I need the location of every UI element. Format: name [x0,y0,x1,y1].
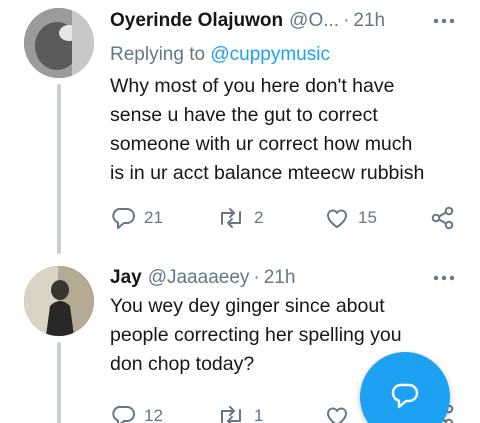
separator-dot: · [343,10,350,31]
retweet-button[interactable]: 1 [216,401,263,423]
tweet-text: Why most of you here don't have sense u … [110,72,460,188]
tweet-1[interactable]: Oyerinde Olajuwon @O... · 21h Replying t… [0,0,480,254]
user-handle[interactable]: @Jaaaaeey [148,267,250,289]
reply-count: 21 [144,208,163,227]
like-count: 15 [358,208,377,227]
avatar[interactable] [24,8,94,78]
reply-button[interactable]: 12 [110,401,163,423]
timestamp[interactable]: 21h [264,267,296,289]
replying-to: Replying to @cuppymusic [110,44,330,66]
retweet-count: 2 [254,208,264,227]
user-handle[interactable]: @O... [289,10,339,32]
retweet-icon [216,404,246,423]
text-line: someone with ur correct how much [110,133,413,155]
tweet-header: Oyerinde Olajuwon @O... · 21h [110,8,456,34]
text-line: people correcting her spelling you [110,324,402,346]
reply-bubble-icon [110,404,136,423]
avatar[interactable] [24,266,94,336]
separator-dot: · [253,267,260,288]
display-name[interactable]: Jay [110,267,142,289]
retweet-button[interactable]: 2 [216,203,263,233]
more-dots-icon[interactable] [432,10,456,32]
timestamp[interactable]: 21h [353,10,385,32]
thread-line [57,342,61,423]
like-button[interactable]: 15 [324,203,377,233]
reply-count: 12 [144,406,163,423]
action-bar: 21 2 15 [110,203,460,233]
text-line: Why most of you here don't have [110,75,395,97]
tweet-header: Jay @Jaaaaeey · 21h [110,265,456,291]
reply-button[interactable]: 21 [110,203,163,233]
like-button[interactable] [324,401,358,423]
share-icon [430,206,456,230]
retweet-icon [216,206,246,230]
thread-line [57,84,61,254]
text-line: is in ur acct balance mteecw rubbish [110,162,425,184]
retweet-count: 1 [254,406,264,423]
replying-handle-link[interactable]: @cuppymusic [210,44,330,65]
text-line: You wey dey ginger since about [110,295,385,317]
text-line: sense u have the gut to correct [110,104,378,126]
more-dots-icon[interactable] [432,267,456,289]
heart-icon [324,206,350,230]
share-button[interactable] [430,203,456,233]
display-name[interactable]: Oyerinde Olajuwon [110,10,283,32]
heart-icon [324,404,350,423]
replying-prefix: Replying to [110,44,211,65]
reply-bubble-icon [110,206,136,230]
